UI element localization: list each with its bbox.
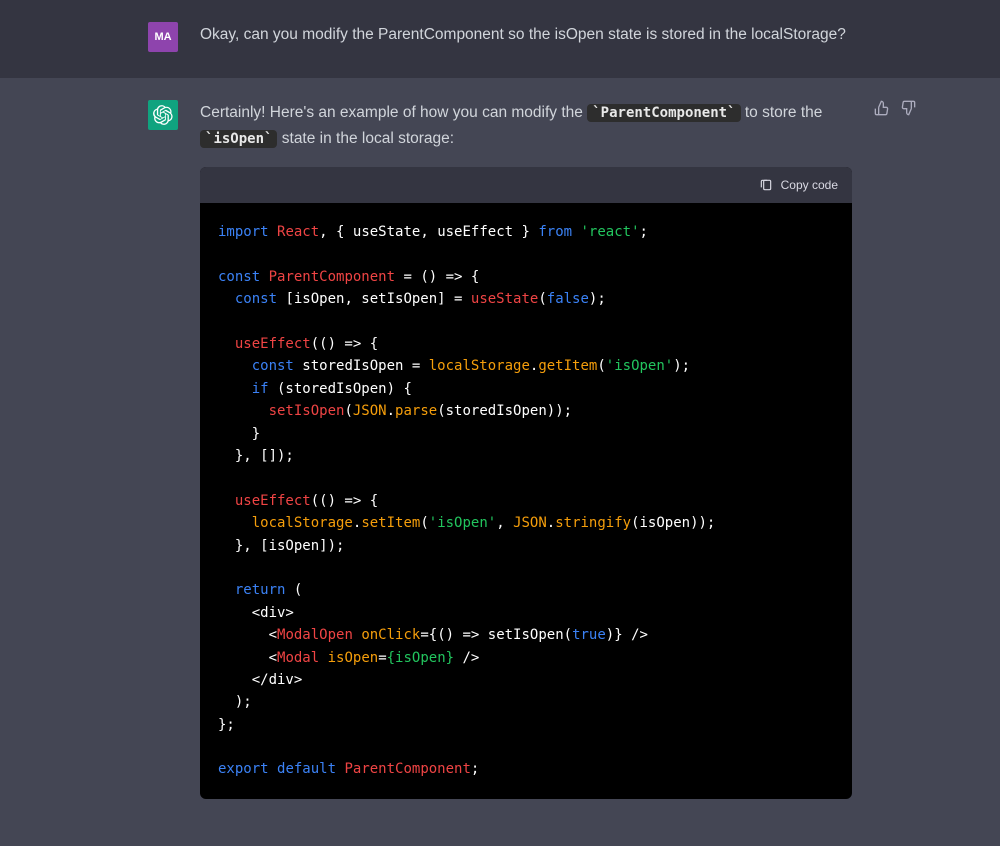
code-block-header: Copy code (200, 167, 852, 203)
openai-logo-icon (153, 105, 173, 125)
clipboard-icon (759, 178, 773, 192)
assistant-avatar (148, 100, 178, 130)
user-avatar: MA (148, 22, 178, 52)
user-message-text: Okay, can you modify the ParentComponent… (200, 22, 852, 52)
code-block: Copy code import React, { useState, useE… (200, 167, 852, 799)
user-avatar-initials: MA (154, 31, 171, 43)
assistant-intro-mid: to store the (741, 104, 823, 121)
feedback-controls (874, 100, 916, 116)
assistant-inline-code-parentcomponent: `ParentComponent` (587, 104, 740, 122)
assistant-message-content: Certainly! Here's an example of how you … (200, 100, 852, 799)
assistant-intro-pre: Certainly! Here's an example of how you … (200, 104, 587, 121)
copy-code-button[interactable]: Copy code (759, 175, 838, 195)
assistant-inline-code-isopen: `isOpen` (200, 130, 277, 148)
thumbs-down-icon[interactable] (900, 100, 916, 116)
assistant-intro-post: state in the local storage: (277, 130, 454, 147)
assistant-message-row: Certainly! Here's an example of how you … (0, 78, 1000, 825)
copy-code-label: Copy code (781, 175, 838, 195)
user-message-row: MA Okay, can you modify the ParentCompon… (0, 0, 1000, 78)
thumbs-up-icon[interactable] (874, 100, 890, 116)
code-body: import React, { useState, useEffect } fr… (200, 203, 852, 799)
